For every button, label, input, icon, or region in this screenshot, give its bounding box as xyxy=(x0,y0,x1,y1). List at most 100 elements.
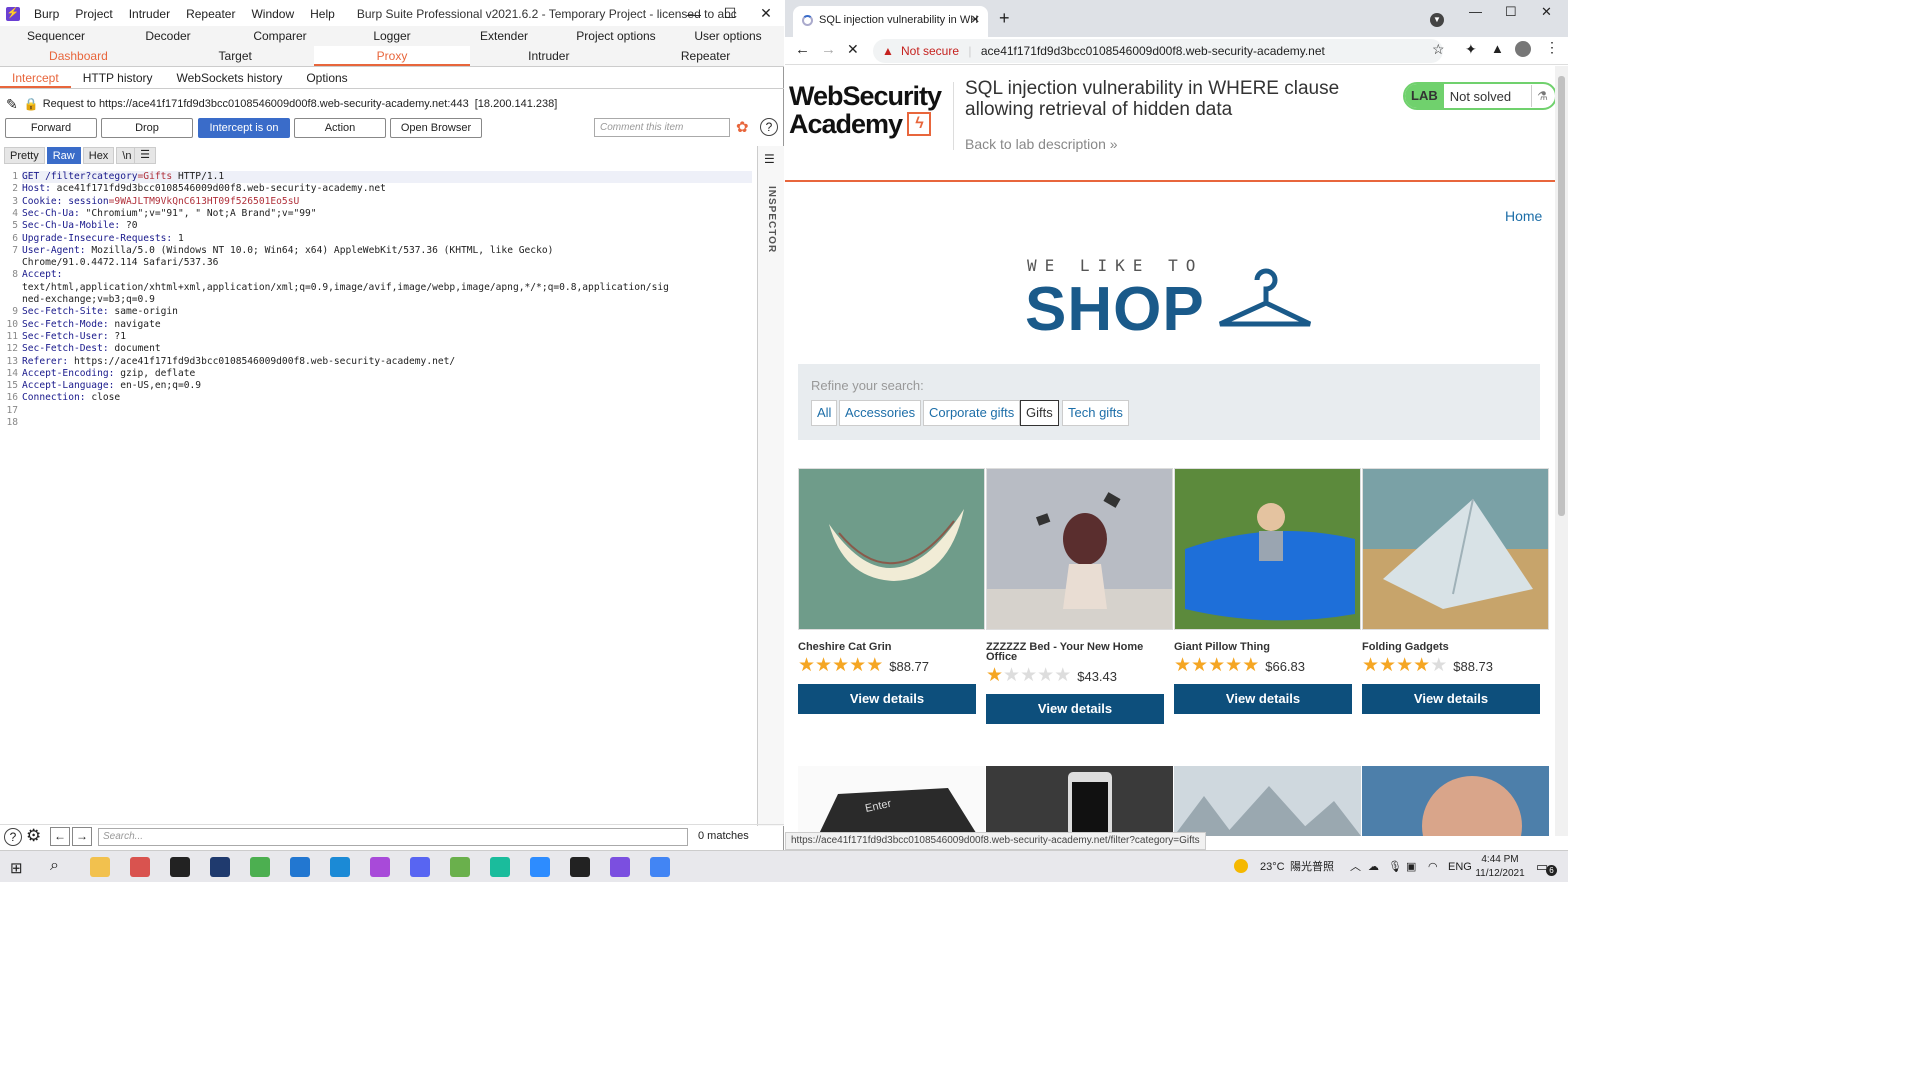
menu-project[interactable]: Project xyxy=(67,7,120,21)
subtab-websockets-history[interactable]: WebSockets history xyxy=(165,68,295,88)
new-tab-button[interactable]: + xyxy=(999,9,1010,27)
tab-dashboard[interactable]: Dashboard xyxy=(0,46,157,66)
vscode-icon[interactable] xyxy=(290,857,310,877)
forward-arrow-icon[interactable]: → xyxy=(821,41,836,58)
file-explorer-icon[interactable] xyxy=(90,857,110,877)
browser-tab[interactable]: SQL injection vulnerability in WH ✕ xyxy=(793,6,988,37)
minimize-button[interactable]: — xyxy=(676,0,712,27)
help-icon[interactable]: ? xyxy=(4,828,22,846)
burp-icon[interactable] xyxy=(610,857,630,877)
open-browser-button[interactable]: Open Browser xyxy=(390,118,482,138)
edge-icon[interactable] xyxy=(330,857,350,877)
tab-close-icon[interactable]: ✕ xyxy=(971,6,980,35)
menu-repeater[interactable]: Repeater xyxy=(178,7,243,21)
menu-burp[interactable]: Burp xyxy=(26,7,67,21)
inspector-panel[interactable]: ☰ INSPECTOR xyxy=(757,146,784,826)
menu-window[interactable]: Window xyxy=(243,7,302,21)
wifi-icon[interactable]: ◠ xyxy=(1428,851,1438,883)
product-image-face[interactable] xyxy=(1362,766,1549,836)
product-image-cheshire-cat-grin[interactable] xyxy=(798,468,985,630)
scrollbar-thumb[interactable] xyxy=(1558,76,1565,516)
tab-decoder[interactable]: Decoder xyxy=(112,26,224,47)
view-details-button[interactable]: View details xyxy=(798,684,976,714)
previous-match-button[interactable]: ← xyxy=(50,827,70,846)
tab-sequencer[interactable]: Sequencer xyxy=(0,26,112,47)
category-accessories[interactable]: Accessories xyxy=(839,400,922,426)
comment-input[interactable]: Comment this item xyxy=(594,118,730,137)
pencil-icon[interactable]: ✎ xyxy=(6,96,18,113)
view-details-button[interactable]: View details xyxy=(1362,684,1540,714)
dev-icon[interactable] xyxy=(210,857,230,877)
product-image-phone[interactable] xyxy=(986,766,1173,836)
category-tech-gifts[interactable]: Tech gifts xyxy=(1062,400,1129,426)
discord-icon[interactable] xyxy=(410,857,430,877)
subtab-options[interactable]: Options xyxy=(294,68,359,88)
maximize-button[interactable]: ☐ xyxy=(712,0,748,27)
back-arrow-icon[interactable]: ← xyxy=(795,41,810,58)
settings-gear-icon[interactable]: ⚙ xyxy=(26,826,41,846)
app-icon[interactable] xyxy=(490,857,510,877)
tab-project-options[interactable]: Project options xyxy=(560,26,672,47)
highlight-color-icon[interactable]: ✿ xyxy=(736,118,749,136)
forward-button[interactable]: Forward xyxy=(5,118,97,138)
category-all[interactable]: All xyxy=(811,400,838,426)
close-button[interactable]: ✕ xyxy=(748,0,784,27)
app-icon[interactable] xyxy=(450,857,470,877)
app-icon[interactable] xyxy=(170,857,190,877)
view-details-button[interactable]: View details xyxy=(986,694,1164,724)
profile-avatar-icon[interactable] xyxy=(1515,41,1531,57)
minimize-button[interactable]: — xyxy=(1469,4,1482,19)
product-image-giant-pillow-thing[interactable] xyxy=(1174,468,1361,630)
tab-proxy[interactable]: Proxy xyxy=(313,46,471,66)
wsa-logo[interactable]: WebSecurity Academy ϟ xyxy=(789,82,942,138)
list-options-icon[interactable]: ☰ xyxy=(134,147,156,164)
app-icon[interactable] xyxy=(130,857,150,877)
tab-extender[interactable]: Extender xyxy=(448,26,560,47)
chrome-icon[interactable] xyxy=(250,857,270,877)
intercept-toggle-button[interactable]: Intercept is on xyxy=(198,118,290,138)
zoom-icon[interactable] xyxy=(530,857,550,877)
chrome-icon[interactable] xyxy=(650,857,670,877)
product-image-folding-gadgets[interactable] xyxy=(1362,468,1549,630)
search-icon[interactable]: ⌕ xyxy=(50,857,59,875)
format-tab-pretty[interactable]: Pretty xyxy=(4,147,45,164)
tab-logger[interactable]: Logger xyxy=(336,26,448,47)
display-icon[interactable]: ▣ xyxy=(1406,851,1416,883)
windows-start-icon[interactable]: ⊞ xyxy=(10,859,23,877)
subtab-intercept[interactable]: Intercept xyxy=(0,68,71,88)
help-icon[interactable]: ? xyxy=(760,118,778,136)
action-button[interactable]: Action xyxy=(294,118,386,138)
tab-intruder[interactable]: Intruder xyxy=(470,46,627,66)
messenger-icon[interactable] xyxy=(370,857,390,877)
maximize-button[interactable]: ☐ xyxy=(1505,4,1517,20)
tab-target[interactable]: Target xyxy=(157,46,314,66)
product-image-snow-trees[interactable] xyxy=(1174,766,1361,836)
close-button[interactable]: ✕ xyxy=(1541,4,1552,20)
tab-repeater[interactable]: Repeater xyxy=(627,46,784,66)
home-link[interactable]: Home xyxy=(1505,208,1542,224)
onedrive-icon[interactable]: ☁ xyxy=(1368,851,1379,883)
category-gifts[interactable]: Gifts xyxy=(1020,400,1059,426)
microphone-icon[interactable]: 🎙 xyxy=(1388,851,1402,883)
format-tab-raw[interactable]: Raw xyxy=(46,147,81,164)
request-editor[interactable]: 1 GET /filter?category=Gifts HTTP/1.1 2 Hos… xyxy=(0,170,756,820)
back-to-lab-link[interactable]: Back to lab description » xyxy=(965,136,1118,152)
menu-help[interactable]: Help xyxy=(302,7,343,21)
address-bar[interactable]: ▲ Not secure | ace41f171fd9d3bcc01085460… xyxy=(873,39,1443,63)
terminal-icon[interactable] xyxy=(570,857,590,877)
tray-chevron-icon[interactable]: ︿ xyxy=(1350,851,1361,883)
tab-user-options[interactable]: User options xyxy=(672,26,784,47)
language-indicator[interactable]: ENG xyxy=(1448,851,1472,883)
search-input[interactable]: Search... xyxy=(98,828,688,846)
menu-kebab-icon[interactable]: ⋮ xyxy=(1545,39,1559,56)
next-match-button[interactable]: → xyxy=(72,827,92,846)
lab-flask-icon[interactable]: ▲ xyxy=(1491,41,1504,56)
tab-comparer[interactable]: Comparer xyxy=(224,26,336,47)
tab-search-icon[interactable]: ▼ xyxy=(1430,13,1444,27)
drop-button[interactable]: Drop xyxy=(101,118,193,138)
weather-temp[interactable]: 23°C xyxy=(1260,851,1285,883)
view-details-button[interactable]: View details xyxy=(1174,684,1352,714)
inspector-toggle-icon[interactable]: ☰ xyxy=(764,152,775,166)
extensions-icon[interactable]: ✦ xyxy=(1465,41,1477,58)
scrollbar[interactable] xyxy=(1555,66,1568,836)
